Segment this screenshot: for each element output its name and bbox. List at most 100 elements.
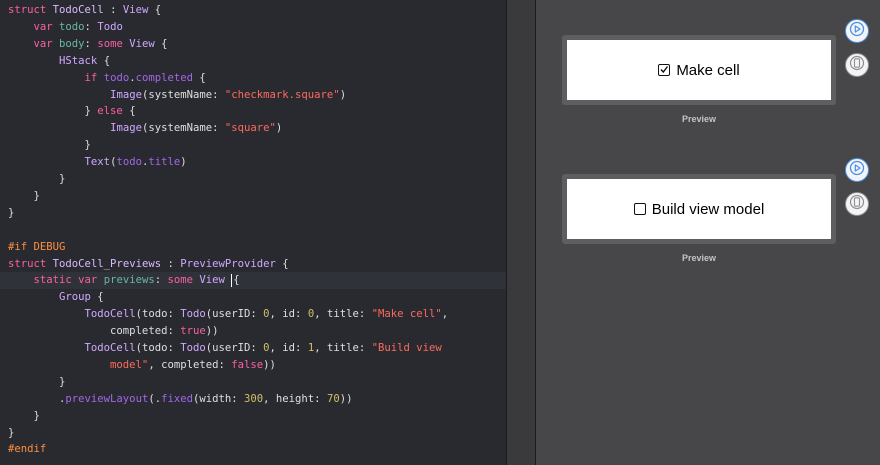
code-token: { [193,71,206,84]
code-line[interactable]: } [0,425,506,442]
code-line[interactable]: } else { [0,103,506,120]
code-line[interactable]: HStack { [0,53,506,70]
code-token: View [129,37,155,50]
code-token: Todo [180,308,206,321]
code-token: , title: [314,342,372,354]
code-token: "checkmark.square" [224,88,340,101]
code-token: { [90,291,104,304]
code-token: some [167,274,200,287]
code-token: { [97,54,111,67]
code-token: , id: [269,308,308,321]
code-line[interactable]: } [0,205,506,222]
code-token: Todo [97,20,123,33]
code-line[interactable]: } [0,171,506,188]
code-token: )) [339,392,353,405]
preview-on-device-button[interactable] [845,53,869,77]
code-editor[interactable]: struct TodoCell : View { var todo: Todo … [0,0,506,465]
code-token: } [8,189,40,202]
code-line[interactable]: } [0,188,506,205]
code-line[interactable]: static var previews: some View { [0,272,506,290]
code-token: (todo: [135,342,181,354]
todo-cell: Make cell [658,62,740,79]
code-line[interactable]: completed: true)) [0,323,506,340]
code-token: } [8,375,66,388]
code-token: "square" [224,122,276,135]
preview-card: Make cell [567,40,831,100]
code-token: 300 [244,392,264,405]
code-line[interactable]: Image(systemName: "square") [0,120,506,137]
code-token: (systemName: [141,122,225,135]
code-token: TodoCell [52,4,104,16]
code-token: { [233,274,240,287]
code-token: var [33,20,60,33]
live-preview-button[interactable] [845,19,869,43]
code-line[interactable]: #endif [0,441,506,458]
code-token: else [97,105,123,118]
code-token: todo [116,156,142,169]
code-token: } [8,426,15,439]
code-token: Image [110,122,142,135]
code-line[interactable]: if todo.completed { [0,70,506,87]
code-token: completed: [8,325,181,338]
code-token: 70 [326,392,340,405]
preview-on-device-button[interactable] [845,192,869,216]
code-token: , [441,308,449,321]
code-token: "Make cell" [371,308,442,321]
code-token: , id: [269,342,308,354]
code-token: Group [59,291,91,304]
code-token: completed [135,71,193,84]
code-token: (userID: [205,308,264,321]
code-token: . [8,392,66,405]
code-line[interactable]: } [0,137,506,154]
code-line[interactable]: .previewLayout(.fixed(width: 300, height… [0,391,506,408]
code-line[interactable]: Image(systemName: "checkmark.square") [0,87,506,104]
code-token: : [84,20,98,33]
code-token: PreviewProvider [180,257,276,270]
code-token: ) [180,156,187,169]
code-line[interactable]: Group { [0,289,506,306]
code-token: HStack [59,54,98,67]
code-token: (todo: [135,308,181,321]
code-token: (systemName: [141,88,225,101]
code-token: body [59,37,85,50]
code-line[interactable]: } [0,408,506,425]
code-line[interactable]: } [0,374,506,391]
code-token: , height: [263,392,327,405]
editor-canvas-divider[interactable] [506,0,536,465]
code-token: (. [148,392,162,405]
code-line[interactable]: #if DEBUG [0,239,506,256]
code-token: Text [84,156,111,169]
code-token: #if DEBUG [8,240,66,253]
code-line[interactable]: var body: some View { [0,36,506,53]
code-line[interactable]: model", completed: false)) [0,357,506,374]
code-line[interactable]: struct TodoCell : View { [0,2,506,19]
code-line[interactable]: var todo: Todo [0,19,506,36]
device-icon [849,55,865,76]
preview-frame-1: Make cell [562,35,836,105]
code-token: "Build view [371,342,442,354]
code-token: } [8,409,40,422]
code-line[interactable]: TodoCell(todo: Todo(userID: 0, id: 1, ti… [0,340,506,357]
code-token: todo [59,20,85,33]
preview-frame-2: Build view model [562,174,836,244]
code-line[interactable]: Text(todo.title) [0,154,506,171]
play-circle-icon [849,160,865,181]
code-token: var [33,37,60,50]
todo-title: Build view model [651,200,765,218]
live-preview-button[interactable] [845,158,869,182]
code-token: Image [110,88,142,101]
code-line[interactable]: TodoCell(todo: Todo(userID: 0, id: 0, ti… [0,306,506,323]
code-line[interactable] [0,222,506,239]
code-token: } [8,139,91,152]
code-line[interactable]: struct TodoCell_Previews : PreviewProvid… [0,256,506,273]
code-token: some [97,37,130,50]
code-token: , completed: [148,358,232,371]
code-token: TodoCell [84,342,136,354]
